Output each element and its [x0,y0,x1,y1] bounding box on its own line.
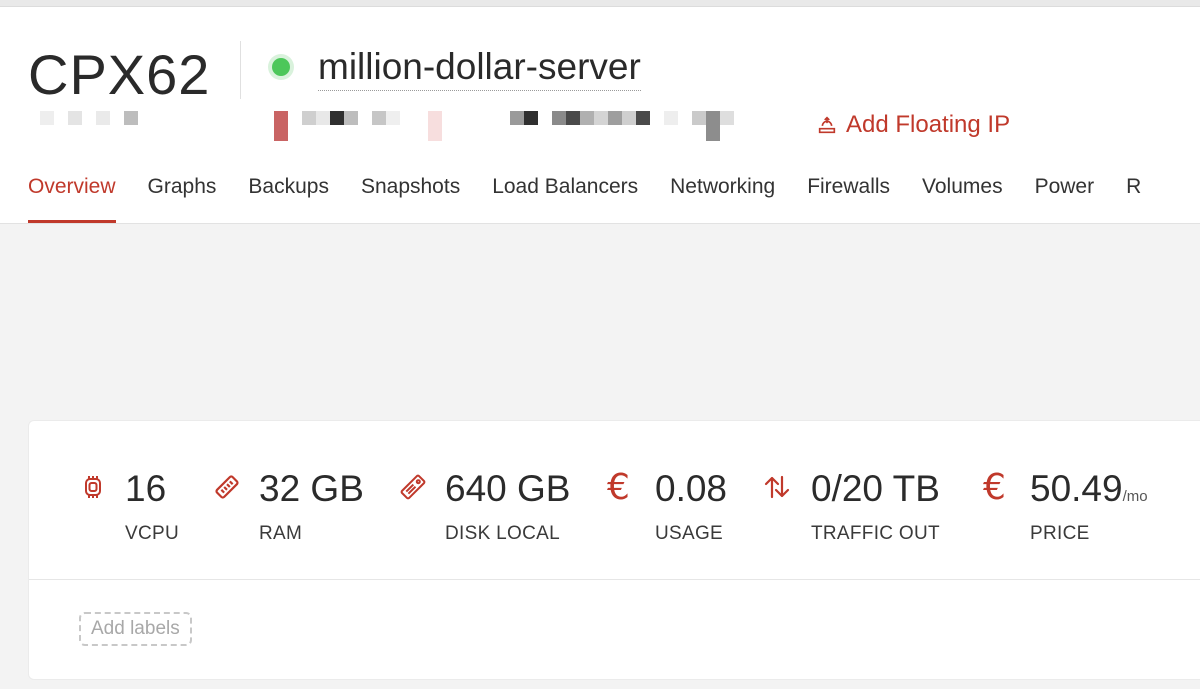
tab-rescue-truncated[interactable]: R [1126,175,1141,223]
price-value: 50.49 [1030,468,1123,509]
price-unit: /mo [1122,488,1148,505]
ram-stick-icon [215,475,239,499]
nvme-disk-icon [400,474,426,500]
add-labels-button[interactable]: Add labels [79,612,192,646]
tab-snapshots[interactable]: Snapshots [361,175,460,223]
cloud-upload-icon [818,116,836,134]
disk-label: DISK LOCAL [445,523,560,544]
top-edge [0,0,1200,7]
server-name[interactable]: million-dollar-server [318,45,641,91]
specs-row: 16 VCPU 32 GB RAM 640 GB DISK LOCAL € 0.… [29,421,1200,580]
specs-card: 16 VCPU 32 GB RAM 640 GB DISK LOCAL € 0.… [28,420,1200,680]
tab-networking[interactable]: Networking [670,175,775,223]
vcpu-value: 16 [125,468,167,509]
ram-value: 32 GB [259,468,364,509]
tab-overview[interactable]: Overview [28,175,116,223]
usage-label: USAGE [655,523,724,544]
add-floating-ip-label: Add Floating IP [846,111,1011,138]
tab-volumes[interactable]: Volumes [922,175,1003,223]
euro-icon: € [607,467,630,508]
tab-bar: Overview Graphs Backups Snapshots Load B… [28,175,1173,223]
traffic-value: 0/20 TB [811,468,940,509]
ram-label: RAM [259,523,303,544]
tab-graphs[interactable]: Graphs [148,175,217,223]
status-indicator [272,58,290,76]
tab-load-balancers[interactable]: Load Balancers [492,175,638,223]
traffic-label: TRAFFIC OUT [811,523,940,544]
tab-power[interactable]: Power [1035,175,1095,223]
arrows-up-down-icon [764,475,790,499]
server-type: CPX62 [28,43,211,106]
usage-value: 0.08 [655,468,728,509]
add-floating-ip-button[interactable]: Add Floating IP [816,111,1010,139]
vcpu-label: VCPU [125,523,179,544]
server-header: CPX62 million-dollar-server Add Floating… [0,7,1200,224]
tab-backups[interactable]: Backups [248,175,329,223]
euro-icon: € [983,467,1006,508]
cpu-chip-icon [85,476,101,498]
price-label: PRICE [1030,523,1090,544]
redacted-location [40,111,138,125]
tab-firewalls[interactable]: Firewalls [807,175,890,223]
disk-value: 640 GB [445,468,571,509]
header-divider [240,41,241,99]
redacted-ipv4 [274,111,442,141]
redacted-ipv6 [510,111,734,141]
price-value-group: 50.49/mo [1030,467,1148,519]
